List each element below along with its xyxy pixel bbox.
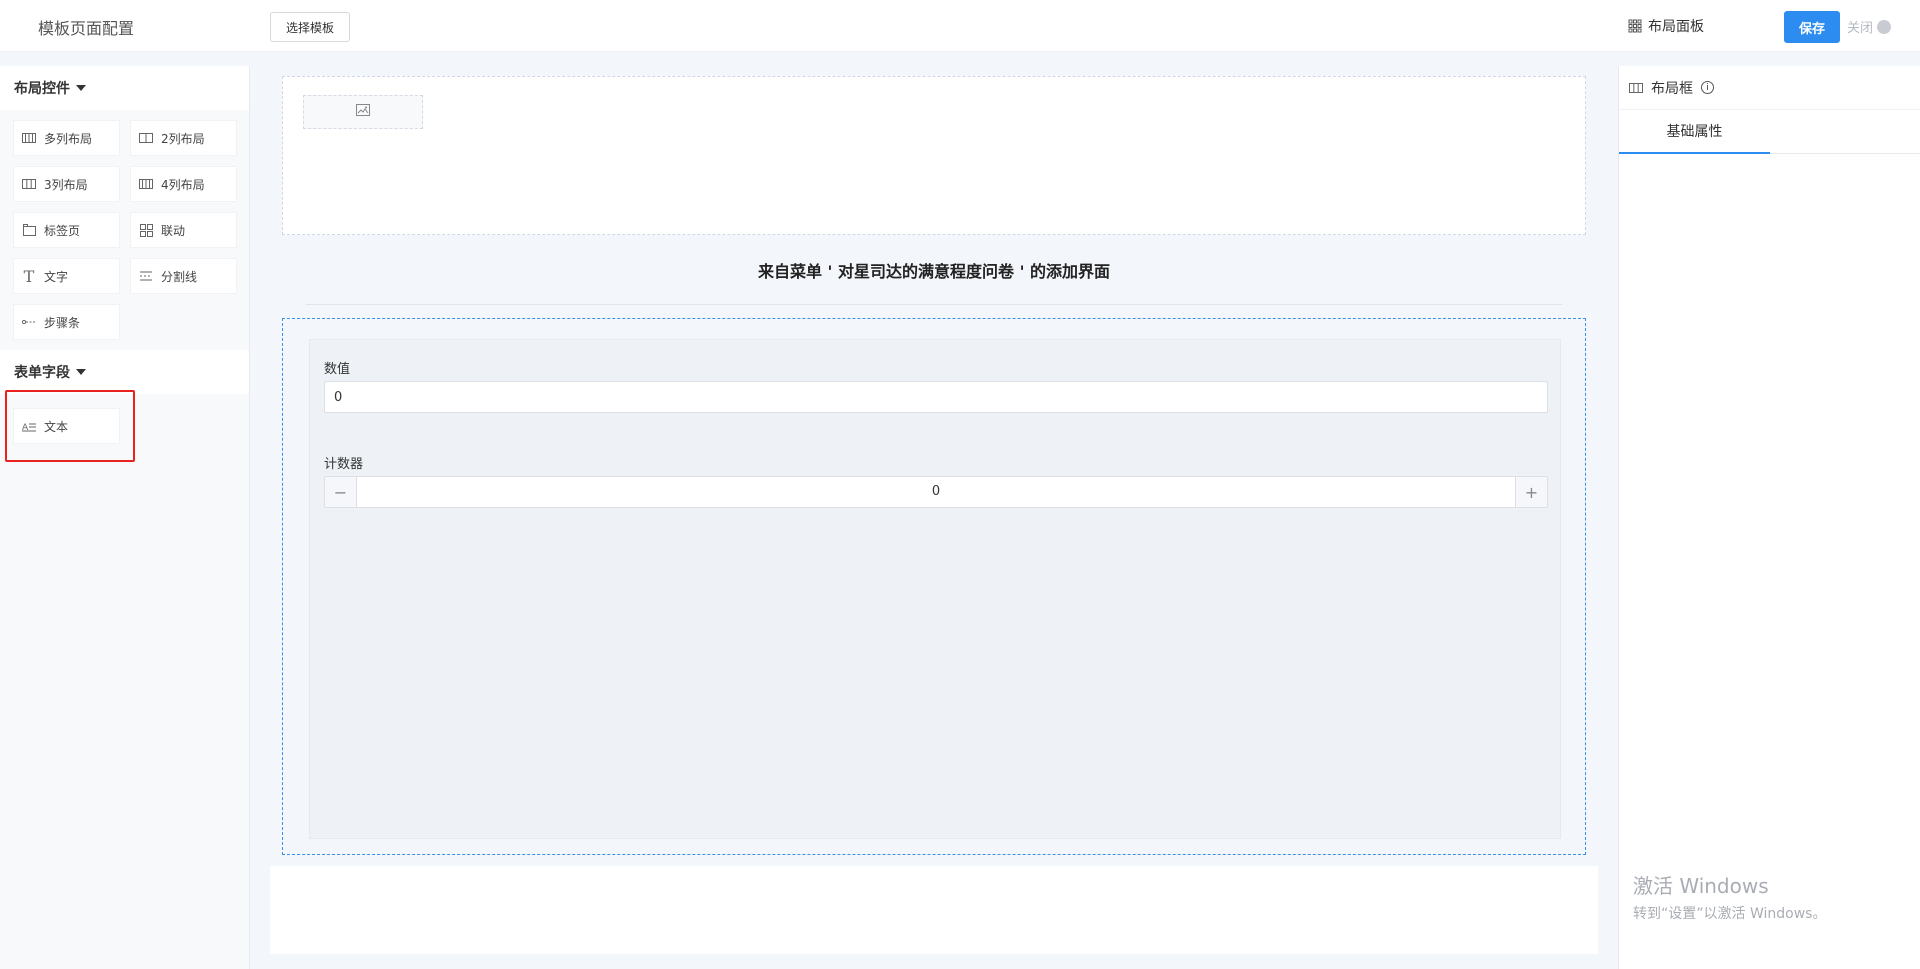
palette-item-label: 多列布局 [44,131,93,146]
info-icon[interactable]: i [1701,81,1714,94]
image-placeholder[interactable] [303,95,423,129]
palette-item-label: 步骤条 [44,315,81,330]
number-field-label: 数值 [324,362,351,377]
layout-panel-label: 布局面板 [1648,19,1704,35]
palette-item-label: 联动 [161,223,186,238]
title-divider [306,304,1562,305]
number-input[interactable] [324,381,1548,413]
left-palette: 布局控件 多列布局 2列布局 3列布局 4列布局 标签页 联动 T 文字 分割线… [0,66,250,969]
watermark-line2: 转到“设置”以激活 Windows。 [1633,906,1827,922]
two-col-icon [139,131,153,145]
close-label: 关闭 [1847,21,1874,36]
palette-item-tab-page[interactable]: 标签页 [13,212,120,248]
palette-item-multi-column[interactable]: 多列布局 [13,120,120,156]
text-t-icon: T [23,266,35,286]
palette-item-three-column[interactable]: 3列布局 [13,166,120,202]
layout-group-header[interactable]: 布局控件 [0,66,249,110]
properties-tabs: 基础属性 [1619,110,1920,154]
properties-title: 布局框 [1651,80,1693,97]
layout-frame-icon [1629,81,1643,95]
palette-item-text[interactable]: T 文字 [13,258,120,294]
palette-item-linkage[interactable]: 联动 [130,212,237,248]
divider-icon [139,269,153,283]
palette-item-label: 标签页 [44,223,81,238]
caret-down-icon [76,85,86,91]
banner-block[interactable] [282,76,1586,235]
palette-item-steps[interactable]: 步骤条 [13,304,120,340]
counter-value[interactable]: 0 [357,477,1515,507]
caret-down-icon [76,369,86,375]
layout-controls-grid: 多列布局 2列布局 3列布局 4列布局 标签页 联动 T 文字 分割线 步骤条 [0,110,249,350]
watermark-line1: 激活 Windows [1633,874,1769,898]
palette-item-label: 分割线 [161,269,198,284]
linkage-icon [139,223,153,237]
form-group-header[interactable]: 表单字段 [0,350,249,394]
properties-panel: 布局框 i 基础属性 激活 Windows 转到“设置”以激活 Windows。 [1618,66,1920,969]
tab-page-icon [22,223,36,237]
windows-activation-watermark: 激活 Windows 转到“设置”以激活 Windows。 [1633,870,1826,923]
palette-item-label: 2列布局 [161,131,205,146]
close-button[interactable]: 关闭 [1847,17,1892,36]
palette-item-divider[interactable]: 分割线 [130,258,237,294]
palette-item-label: 文字 [44,269,69,284]
palette-item-four-column[interactable]: 4列布局 [130,166,237,202]
counter-stepper[interactable]: − 0 + [324,476,1548,508]
palette-item-two-column[interactable]: 2列布局 [130,120,237,156]
layout-frame[interactable]: 数值 计数器 − 0 + [282,318,1586,855]
page-title: 模板页面配置 [38,19,135,38]
image-icon [356,104,370,120]
top-bar: 模板页面配置 选择模板 布局面板 保存 关闭 [0,0,1920,52]
palette-item-label: 4列布局 [161,177,205,192]
tab-basic-properties[interactable]: 基础属性 [1619,110,1770,154]
highlight-box [5,390,135,462]
palette-item-label: 3列布局 [44,177,88,192]
layout-panel-toggle[interactable]: 布局面板 [1628,16,1704,36]
save-button[interactable]: 保存 [1784,11,1840,43]
increment-button[interactable]: + [1515,477,1547,507]
grid-icon [1628,19,1642,33]
properties-header: 布局框 i [1619,66,1920,110]
close-toggle-icon [1877,19,1892,34]
columns-icon [22,131,36,145]
steps-icon [22,315,36,329]
footer-block[interactable] [270,866,1598,954]
counter-field-label: 计数器 [324,457,364,472]
form-container: 数值 计数器 − 0 + [309,339,1561,839]
select-template-button[interactable]: 选择模板 [270,12,350,42]
three-col-icon [22,177,36,191]
form-title: 来自菜单 ' 对星司达的满意程度问卷 ' 的添加界面 [757,262,1111,281]
layout-group-title: 布局控件 [14,81,70,97]
form-group-title: 表单字段 [14,365,70,381]
four-col-icon [139,177,153,191]
decrement-button[interactable]: − [325,477,357,507]
